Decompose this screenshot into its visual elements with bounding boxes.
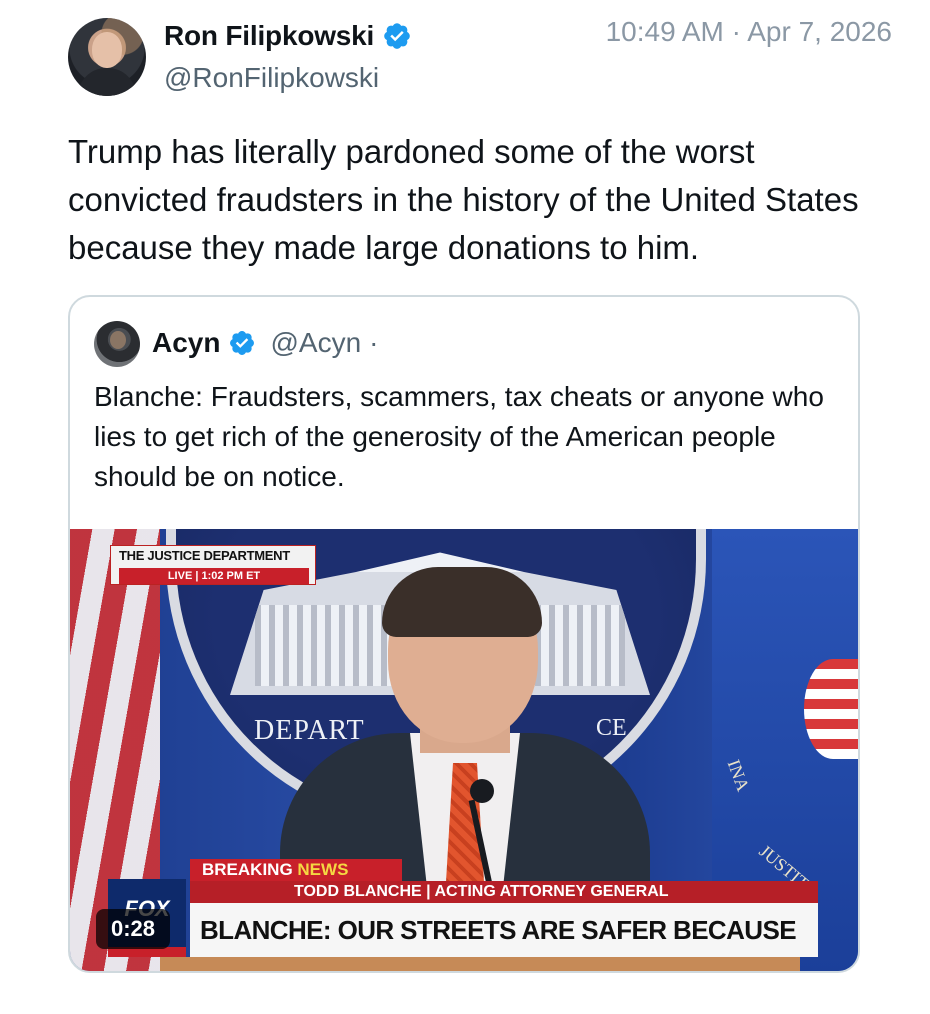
quote-author-handle[interactable]: @Acyn <box>270 327 361 359</box>
verified-badge-icon <box>384 23 410 49</box>
quote-author-name[interactable]: Acyn <box>152 327 220 359</box>
microphone-icon <box>470 779 494 803</box>
quote-author-avatar[interactable] <box>94 321 140 367</box>
author-avatar[interactable] <box>68 18 146 96</box>
source-tag-label: THE JUSTICE DEPARTMENT <box>119 548 290 563</box>
source-tag: THE JUSTICE DEPARTMENT LIVE | 1:02 PM ET <box>110 545 316 585</box>
tweet-text: Trump has literally pardoned some of the… <box>68 133 859 266</box>
author-name-row[interactable]: Ron Filipkowski <box>164 20 412 52</box>
live-badge: LIVE | 1:02 PM ET <box>119 568 309 584</box>
tweet-timestamp[interactable]: 10:49 AM · Apr 7, 2026 <box>606 16 892 48</box>
quoted-tweet-card[interactable]: Acyn @Acyn · Blanche: Fraudsters, scamme… <box>68 295 860 973</box>
separator-dot: · <box>369 327 379 358</box>
video-duration-badge: 0:28 <box>96 909 170 949</box>
breaking-news-banner: BREAKING NEWS <box>190 859 402 881</box>
news-label: NEWS <box>297 860 349 879</box>
breaking-label: BREAKING <box>202 860 293 879</box>
podium <box>160 957 800 971</box>
verified-badge-icon <box>230 331 255 355</box>
quote-header: Acyn @Acyn · <box>152 327 378 359</box>
lower-third-name: TODD BLANCHE | ACTING ATTORNEY GENERAL <box>190 881 818 903</box>
video-player[interactable]: DEPART CE INA JUSTITI THE JUSTICE DEPART… <box>70 529 858 971</box>
author-handle[interactable]: @RonFilipkowski <box>164 62 379 94</box>
quote-text: Blanche: Fraudsters, scammers, tax cheat… <box>94 381 824 492</box>
lower-third-headline: BLANCHE: OUR STREETS ARE SAFER BECAUSE O… <box>190 903 818 971</box>
author-name[interactable]: Ron Filipkowski <box>164 20 374 52</box>
